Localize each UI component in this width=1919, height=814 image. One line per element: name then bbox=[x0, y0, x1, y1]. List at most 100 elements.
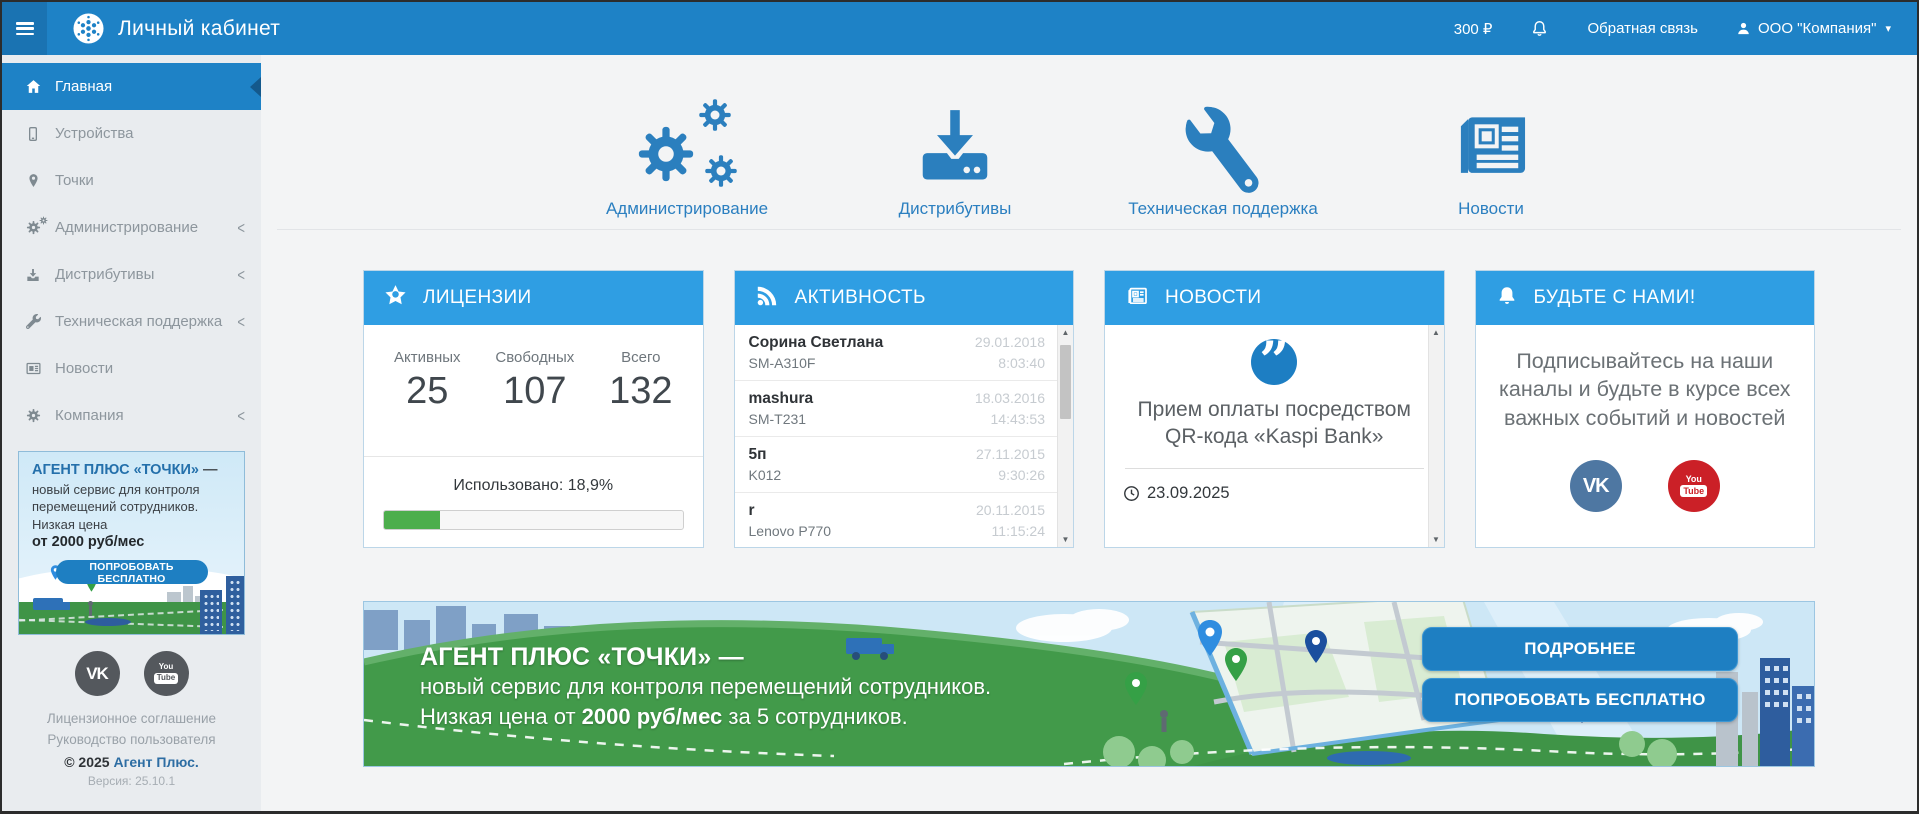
used-label: Использовано: 18,9% bbox=[364, 477, 703, 495]
ad-try-free-button[interactable]: ПОПРОБОВАТЬ БЕСПЛАТНО bbox=[56, 560, 208, 584]
licenses-card: ЛИЦЕНЗИИ Активных 25 Свободных 107 bbox=[363, 270, 704, 548]
licenses-card-body: Активных 25 Свободных 107 Всего 132 bbox=[364, 325, 703, 547]
banner-try-free-button[interactable]: ПОПРОБОВАТЬ БЕСПЛАТНО bbox=[1422, 678, 1738, 722]
shortcut-news[interactable]: Новости bbox=[1357, 69, 1625, 219]
wrench-icon bbox=[22, 314, 44, 329]
shortcut-distributives[interactable]: Дистрибутивы bbox=[821, 69, 1089, 219]
version-label: Версия: 25.10.1 bbox=[2, 774, 261, 788]
youtube-icon[interactable]: You Tube bbox=[1668, 460, 1720, 512]
brand-link[interactable]: Агент Плюс. bbox=[113, 754, 198, 770]
license-agreement-link[interactable]: Лицензионное соглашение bbox=[2, 709, 261, 730]
sidebar-ad-banner[interactable]: АГЕНТ ПЛЮС «ТОЧКИ» — новый сервис для ко… bbox=[18, 451, 245, 635]
gear-icon bbox=[22, 408, 44, 423]
vk-icon[interactable]: VK bbox=[75, 651, 120, 696]
activity-row[interactable]: Сорина СветланаSM-A310F 29.01.20188:03:4… bbox=[735, 325, 1058, 381]
dashboard-cards: ЛИЦЕНЗИИ Активных 25 Свободных 107 bbox=[363, 270, 1815, 548]
scroll-down-icon[interactable]: ▼ bbox=[1429, 532, 1444, 547]
user-manual-link[interactable]: Руководство пользователя bbox=[2, 730, 261, 751]
ad-text: новый сервис для контроля перемещений со… bbox=[32, 481, 231, 515]
balance-link[interactable]: 300 ₽ bbox=[1454, 20, 1493, 38]
newspaper-icon bbox=[22, 360, 44, 377]
gears-icon bbox=[22, 220, 44, 235]
activity-row[interactable]: rLenovo P770 20.11.201511:15:24 bbox=[735, 493, 1058, 547]
sidebar-item-company[interactable]: Компания < bbox=[2, 392, 261, 439]
activity-list: Сорина СветланаSM-A310F 29.01.20188:03:4… bbox=[735, 325, 1058, 547]
news-card-header: НОВОСТИ bbox=[1105, 271, 1444, 325]
top-navbar: Личный кабинет 300 ₽ Обратная связь ООО … bbox=[2, 2, 1917, 55]
banner-text: АГЕНТ ПЛЮС «ТОЧКИ» — новый сервис для ко… bbox=[420, 642, 991, 732]
news-date-row: 23.09.2025 bbox=[1123, 484, 1444, 503]
scroll-up-icon[interactable]: ▲ bbox=[1429, 325, 1444, 340]
sidebar-item-administration[interactable]: Администрирование < bbox=[2, 204, 261, 251]
stat-active: Активных 25 bbox=[394, 349, 461, 413]
rss-icon bbox=[755, 284, 779, 313]
sidebar-item-news[interactable]: Новости bbox=[2, 345, 261, 392]
scrollbar-thumb[interactable] bbox=[1060, 345, 1071, 419]
sidebar-item-distributives[interactable]: Дистрибутивы < bbox=[2, 251, 261, 298]
ad-title: АГЕНТ ПЛЮС «ТОЧКИ» — bbox=[32, 461, 231, 480]
chevron-left-icon: < bbox=[237, 218, 245, 238]
smartphone-icon bbox=[22, 126, 44, 142]
shortcut-support[interactable]: Техническая поддержка bbox=[1089, 69, 1357, 219]
news-scrollbar[interactable]: ▲ ▼ bbox=[1428, 325, 1444, 547]
sidebar-footer: Лицензионное соглашение Руководство поль… bbox=[2, 709, 261, 788]
subscribe-text: Подписывайтесь на наши каналы и будьте в… bbox=[1490, 347, 1801, 432]
activity-row[interactable]: 5пK012 27.11.20159:30:26 bbox=[735, 437, 1058, 493]
notifications-bell-icon[interactable] bbox=[1530, 19, 1549, 38]
caret-down-icon: ▾ bbox=[1885, 22, 1891, 35]
banner-more-button[interactable]: ПОДРОБНЕЕ bbox=[1422, 627, 1738, 671]
ad-text2: Низкая цена bbox=[32, 516, 231, 533]
scroll-down-icon[interactable]: ▼ bbox=[1058, 532, 1073, 547]
activity-row[interactable]: mashuraSM-T231 18.03.201614:43:53 bbox=[735, 381, 1058, 437]
user-icon bbox=[1736, 21, 1751, 36]
activity-scrollbar[interactable]: ▲ ▼ bbox=[1057, 325, 1073, 547]
sidebar-toggle-button[interactable] bbox=[2, 2, 47, 55]
quote-icon: ” bbox=[1251, 339, 1297, 385]
user-menu[interactable]: ООО "Компания" ▾ bbox=[1736, 20, 1891, 37]
stay-with-us-card: БУДЬТЕ С НАМИ! Подписывайтесь на наши ка… bbox=[1475, 270, 1816, 548]
home-icon bbox=[22, 78, 44, 95]
vk-icon[interactable]: VK bbox=[1570, 460, 1622, 512]
clock-icon bbox=[1123, 485, 1140, 502]
bell-icon bbox=[1496, 285, 1518, 312]
download-icon bbox=[911, 101, 999, 189]
gears-icon bbox=[635, 97, 739, 189]
stat-free: Свободных 107 bbox=[495, 349, 574, 413]
stat-total: Всего 132 bbox=[609, 349, 672, 413]
download-icon bbox=[22, 267, 44, 283]
ad-price: от 2000 руб/мес bbox=[32, 534, 231, 550]
star-icon bbox=[384, 284, 407, 312]
chevron-left-icon: < bbox=[237, 265, 245, 285]
scroll-up-icon[interactable]: ▲ bbox=[1058, 325, 1073, 340]
company-name: ООО "Компания" bbox=[1758, 20, 1876, 37]
map-marker-icon bbox=[22, 173, 44, 188]
shortcuts-row: Администрирование Дистрибутивы bbox=[261, 55, 1917, 219]
sidebar-item-support[interactable]: Техническая поддержка < bbox=[2, 298, 261, 345]
banner-title: АГЕНТ ПЛЮС «ТОЧКИ» — bbox=[420, 642, 991, 672]
youtube-icon[interactable]: You Tube bbox=[144, 651, 189, 696]
sidebar-item-home[interactable]: Главная bbox=[2, 63, 261, 110]
app-logo-icon bbox=[73, 13, 104, 44]
promo-banner[interactable]: АГЕНТ ПЛЮС «ТОЧКИ» — новый сервис для ко… bbox=[363, 601, 1815, 767]
sidebar: Главная Устройства Точки bbox=[2, 55, 261, 811]
news-headline[interactable]: Прием оплаты посредством QR-кода «Kaspi … bbox=[1123, 397, 1426, 451]
sidebar-nav: Главная Устройства Точки bbox=[2, 63, 261, 439]
licenses-card-header: ЛИЦЕНЗИИ bbox=[364, 271, 703, 325]
app-window: Личный кабинет 300 ₽ Обратная связь ООО … bbox=[0, 0, 1919, 814]
activity-card-body: Сорина СветланаSM-A310F 29.01.20188:03:4… bbox=[735, 325, 1074, 547]
license-progress-fill bbox=[384, 511, 440, 529]
sidebar-item-points[interactable]: Точки bbox=[2, 157, 261, 204]
chevron-left-icon: < bbox=[237, 406, 245, 426]
sidebar-item-devices[interactable]: Устройства bbox=[2, 110, 261, 157]
building-illustration bbox=[226, 576, 244, 634]
wrench-icon bbox=[1183, 109, 1263, 189]
shortcut-administration[interactable]: Администрирование bbox=[553, 69, 821, 219]
hamburger-icon bbox=[16, 22, 34, 35]
feedback-link[interactable]: Обратная связь bbox=[1587, 20, 1698, 37]
news-card: НОВОСТИ ” Прием оплаты посредством QR-ко… bbox=[1104, 270, 1445, 548]
chevron-left-icon: < bbox=[237, 312, 245, 332]
stay-card-body: Подписывайтесь на наши каналы и будьте в… bbox=[1476, 325, 1815, 547]
activity-card-header: АКТИВНОСТЬ bbox=[735, 271, 1074, 325]
building-illustration bbox=[200, 590, 222, 634]
copyright: © 2025 Агент Плюс. bbox=[2, 754, 261, 770]
